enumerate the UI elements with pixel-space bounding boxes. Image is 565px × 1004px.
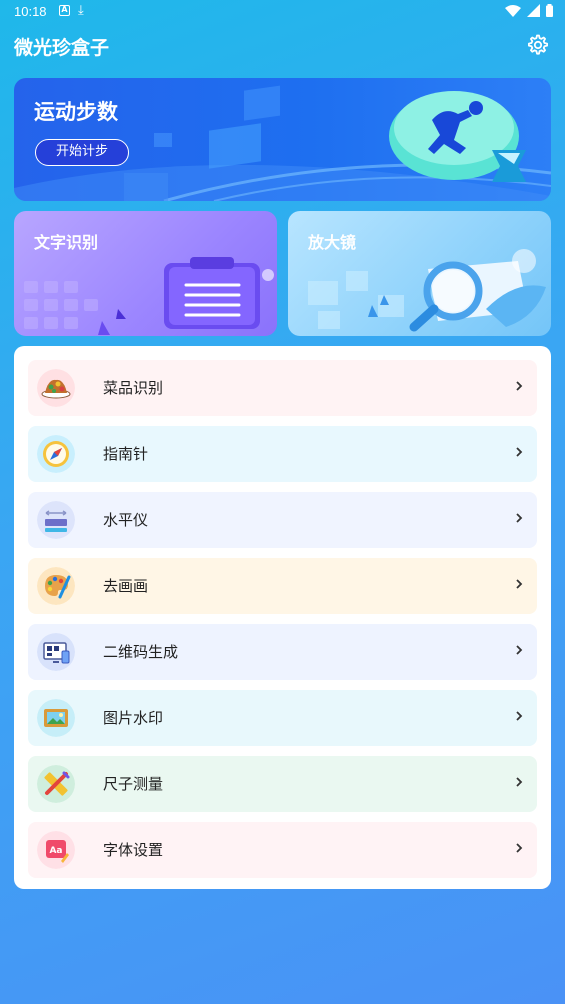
chevron-right-icon [516, 381, 523, 391]
steps-card-title: 运动步数 [34, 100, 118, 124]
wifi-icon [505, 4, 521, 17]
status-time: 10:18 [14, 4, 47, 19]
chevron-right-icon [516, 579, 523, 589]
list-item-ruler[interactable]: 尺子测量 [28, 756, 537, 812]
chevron-right-icon [516, 513, 523, 523]
list-item-image-watermark[interactable]: 图片水印 [28, 690, 537, 746]
notification-a-icon: A [59, 5, 70, 16]
list-item-dish-recognition[interactable]: 菜品识别 [28, 360, 537, 416]
magnifier-card[interactable]: 放大镜 [288, 211, 551, 336]
qrcode-icon [37, 633, 75, 671]
signal-icon [527, 4, 540, 17]
dish-icon [37, 369, 75, 407]
list-item-label: 图片水印 [103, 709, 164, 727]
list-item-label: 尺子测量 [103, 775, 164, 793]
status-right [505, 4, 553, 17]
status-bar: 10:18 A ⤓ [0, 0, 565, 24]
chevron-right-icon [516, 777, 523, 787]
start-counting-button[interactable]: 开始计步 [35, 139, 129, 166]
level-icon [37, 501, 75, 539]
chevron-right-icon [516, 447, 523, 457]
chevron-right-icon [516, 843, 523, 853]
chevron-right-icon [516, 645, 523, 655]
chevron-right-icon [516, 711, 523, 721]
step-counter-card[interactable]: 运动步数 开始计步 [14, 78, 551, 201]
list-item-label: 二维码生成 [103, 643, 179, 661]
font-icon: Aa [37, 831, 75, 869]
tools-list: 菜品识别 指南针 水平仪 去画画 二维码生成 图片水印 尺子测量 Aa 字体设置 [14, 346, 551, 889]
palette-icon [37, 567, 75, 605]
list-item-label: 指南针 [103, 445, 149, 463]
list-item-label: 去画画 [103, 577, 149, 595]
list-item-label: 字体设置 [103, 841, 164, 859]
battery-icon [546, 4, 553, 17]
list-item-compass[interactable]: 指南针 [28, 426, 537, 482]
ruler-icon [37, 765, 75, 803]
list-item-level[interactable]: 水平仪 [28, 492, 537, 548]
page-title: 微光珍盒子 [14, 37, 110, 59]
ocr-card-title: 文字识别 [34, 233, 99, 252]
magnifier-card-title: 放大镜 [308, 233, 357, 252]
list-item-label: 菜品识别 [103, 379, 164, 397]
list-item-label: 水平仪 [103, 511, 149, 529]
gear-icon[interactable] [525, 33, 549, 57]
text-recognition-card[interactable]: 文字识别 [14, 211, 277, 336]
list-item-font-settings[interactable]: Aa 字体设置 [28, 822, 537, 878]
download-icon: ⤓ [78, 3, 84, 18]
picture-frame-icon [37, 699, 75, 737]
list-item-drawing[interactable]: 去画画 [28, 558, 537, 614]
svg-text:Aa: Aa [49, 846, 62, 856]
list-item-qrcode[interactable]: 二维码生成 [28, 624, 537, 680]
compass-icon [37, 435, 75, 473]
